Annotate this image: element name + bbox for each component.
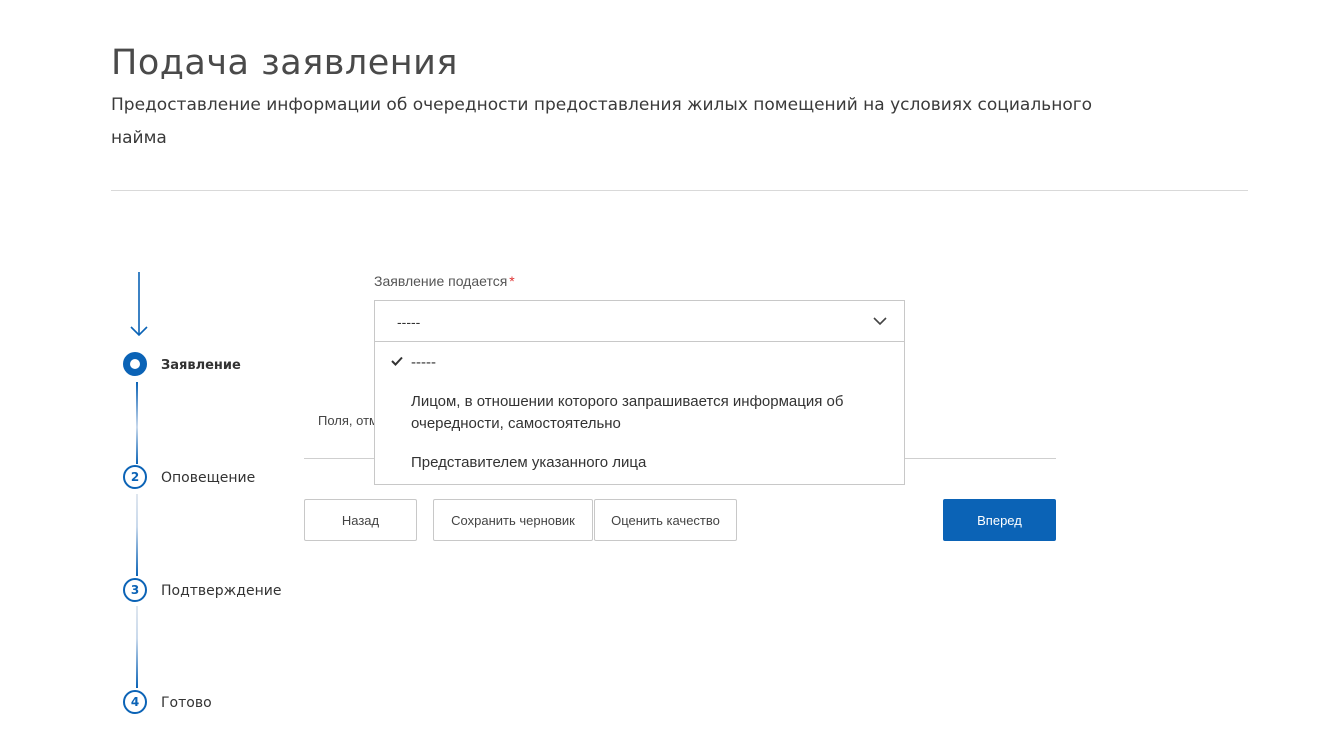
- page-title: Подача заявления: [111, 43, 458, 83]
- step-4-label: Готово: [161, 695, 212, 711]
- step-1-indicator: [123, 352, 147, 376]
- step-3-label: Подтверждение: [161, 583, 282, 599]
- dropdown-option-representative[interactable]: Представителем указанного лица: [411, 452, 864, 474]
- step-2-label: Оповещение: [161, 470, 256, 486]
- dropdown-option-self[interactable]: Лицом, в отношении которого запрашиваетс…: [411, 391, 864, 435]
- step-2-indicator: 2: [123, 465, 147, 489]
- active-step-dot: [130, 359, 140, 369]
- select-current-value: -----: [397, 314, 421, 330]
- save-draft-button[interactable]: Сохранить черновик: [433, 499, 593, 541]
- dropdown-option-none[interactable]: -----: [411, 352, 864, 374]
- back-button[interactable]: Назад: [304, 499, 417, 541]
- required-mark: *: [509, 273, 515, 289]
- step-connector: [136, 606, 138, 688]
- arrow-down-icon: [130, 272, 148, 337]
- step-4-indicator: 4: [123, 690, 147, 714]
- step-connector: [136, 494, 138, 576]
- chevron-down-icon: [873, 317, 887, 326]
- applicant-type-label: Заявление подается *: [374, 273, 515, 289]
- step-3-indicator: 3: [123, 578, 147, 602]
- applicant-type-select[interactable]: -----: [374, 300, 905, 342]
- step-1-label: Заявление: [161, 358, 241, 373]
- rate-quality-button[interactable]: Оценить качество: [594, 499, 737, 541]
- step-connector: [136, 382, 138, 464]
- page-subtitle: Предоставление информации об очередности…: [111, 95, 1093, 148]
- next-button[interactable]: Вперед: [943, 499, 1056, 541]
- required-fields-note: Поля, отм: [318, 413, 378, 428]
- applicant-type-dropdown: ----- Лицом, в отношении которого запраш…: [374, 342, 905, 485]
- header-divider: [111, 190, 1248, 191]
- applicant-type-label-text: Заявление подается: [374, 273, 508, 289]
- check-icon: [391, 356, 403, 366]
